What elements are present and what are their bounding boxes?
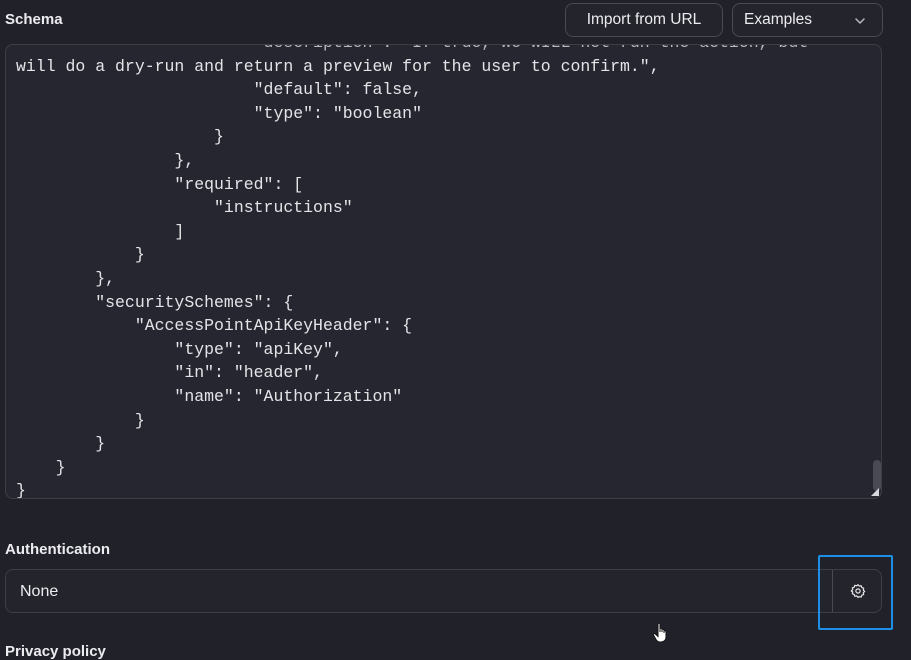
code-line: "securitySchemes": { [16, 292, 294, 312]
code-line: "instructions" [16, 198, 353, 218]
resize-handle-icon[interactable] [871, 488, 879, 496]
hand-cursor-icon [652, 622, 667, 643]
code-line: "in": "header", [16, 363, 323, 383]
examples-select-label: Examples [744, 11, 813, 28]
code-line: } [16, 245, 145, 265]
code-line: } [16, 481, 26, 499]
code-line: "required": [ [16, 174, 304, 194]
code-line: "AccessPointApiKeyHeader": { [16, 316, 413, 336]
authentication-field[interactable]: None [5, 569, 882, 613]
code-line: ] [16, 221, 185, 241]
code-line: "type": "apiKey", [16, 339, 343, 359]
authentication-value: None [20, 583, 59, 600]
authentication-label: Authentication [5, 541, 110, 558]
import-from-url-button[interactable]: Import from URL [565, 3, 723, 37]
code-line: } [16, 434, 106, 454]
code-line: } [16, 457, 66, 477]
schema-code[interactable]: "description": "If true, we WILL not run… [16, 45, 809, 499]
code-line: "description": "If true, we WILL not run… [16, 45, 809, 55]
schema-label: Schema [5, 11, 63, 28]
code-line: "default": false, [16, 80, 422, 100]
code-line: "type": "boolean" [16, 103, 422, 123]
code-line: "name": "Authorization" [16, 386, 403, 406]
schema-code-editor[interactable]: "description": "If true, we WILL not run… [5, 44, 882, 499]
examples-select[interactable]: Examples [732, 3, 883, 37]
code-line: } [16, 410, 145, 430]
code-line: }, [16, 150, 195, 170]
code-line: }, [16, 268, 116, 288]
code-line: } [16, 127, 224, 147]
focus-highlight [818, 555, 893, 630]
editor-scrollbar[interactable] [873, 460, 881, 491]
chevron-down-icon [854, 14, 866, 26]
privacy-policy-label: Privacy policy [5, 643, 106, 660]
code-line: will do a dry-run and return a preview f… [16, 56, 660, 76]
